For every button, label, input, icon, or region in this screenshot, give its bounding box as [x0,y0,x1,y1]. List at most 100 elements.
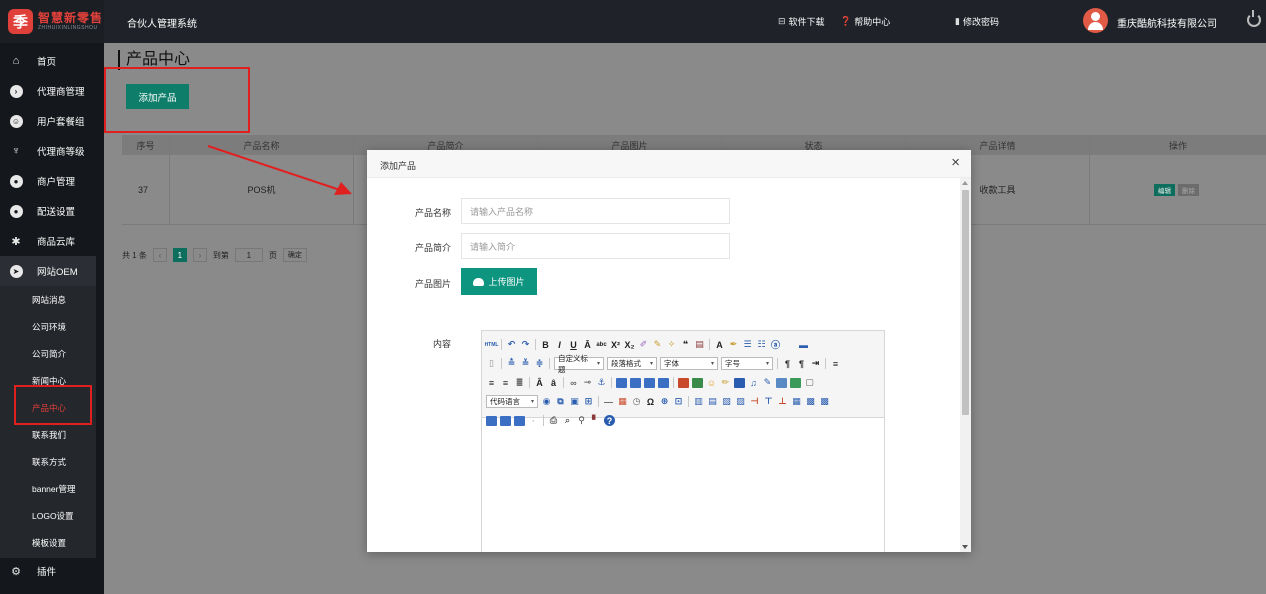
image-none-icon[interactable] [616,377,627,388]
gmap-icon[interactable] [790,377,801,388]
blockquote-icon[interactable]: ❝ [680,339,691,350]
search-replace-icon[interactable]: ⚲ [576,415,587,426]
italic-icon[interactable]: I [554,339,565,350]
dialog-scrollbar[interactable] [960,178,971,552]
highlight-color-icon[interactable]: ✒ [728,339,739,350]
upload-image-button[interactable]: 上传图片 [461,268,537,295]
simple-upload-icon[interactable] [678,377,689,388]
insert-code-icon[interactable]: ◉ [541,396,552,407]
editor-content-area[interactable] [482,418,884,552]
scroll-up-icon[interactable] [962,181,968,185]
horizontal-rule-icon[interactable]: — [603,396,614,407]
redo-icon[interactable]: ↷ [520,339,531,350]
select-all-icon[interactable]: ⓐ [770,339,781,350]
merge-down-icon[interactable]: ▩ [819,396,830,407]
insert-video-icon[interactable] [734,377,745,388]
attachment-icon[interactable]: ✎ [762,377,773,388]
product-intro-label: 产品简介 [414,243,451,253]
scrawl-icon[interactable]: ✏ [720,377,731,388]
paragraph-format-select[interactable]: 段落格式 [607,357,657,370]
image-left-icon[interactable] [630,377,641,388]
clear-doc-icon[interactable]: ▯ [486,358,497,369]
cloud-upload-icon [473,277,485,286]
dialog-title: 添加产品 [380,161,417,171]
font-border-icon[interactable]: Ā [582,339,593,350]
undo-icon[interactable]: ↶ [506,339,517,350]
subscript-icon[interactable]: X₂ [624,339,635,350]
drafts-icon[interactable]: ▘ [590,415,601,426]
row-spacing-bottom-icon[interactable]: ≚ [520,358,531,369]
special-char-icon[interactable]: Ω [645,396,656,407]
anchor-icon[interactable]: ⚓ [596,377,607,388]
font-family-select[interactable]: 字体 [660,357,718,370]
custom-title-select[interactable]: 自定义标题 [554,354,604,374]
content-label: 内容 [432,339,451,349]
insert-frame-icon[interactable]: ▢ [804,377,815,388]
split-cells-icon[interactable] [486,415,497,426]
template-icon[interactable]: ⧉ [555,396,566,407]
to-upper-icon[interactable]: Â [534,377,545,388]
split-cols-icon[interactable] [514,415,525,426]
product-name-label: 产品名称 [414,208,451,218]
font-size-select[interactable]: 字号 [721,357,773,370]
emotion-icon[interactable]: ☺ [706,377,717,388]
strikethrough-icon[interactable]: abc [596,339,607,350]
product-intro-input[interactable]: 请输入简介 [461,233,730,259]
unordered-list-icon[interactable]: ☷ [756,339,767,350]
map-icon[interactable] [776,377,787,388]
justify-right-icon[interactable]: ≡ [500,377,511,388]
insert-paragraph-icon[interactable]: ▧ [721,396,732,407]
scroll-down-icon[interactable] [962,545,968,549]
snapscreen-icon[interactable]: ⊡ [673,396,684,407]
format-brush-icon[interactable]: ✎ [652,339,663,350]
page-break-icon[interactable]: ⊞ [583,396,594,407]
underline-icon[interactable]: U [568,339,579,350]
auto-format-icon[interactable]: ✧ [666,339,677,350]
indent-icon[interactable]: ⇥ [810,358,821,369]
delete-table-icon[interactable]: ▤ [707,396,718,407]
rtl-icon[interactable]: ¶ [796,358,807,369]
time-icon[interactable]: ◷ [631,396,642,407]
insert-row-icon[interactable]: ▨ [735,396,746,407]
merge-right-icon[interactable]: ▩ [805,396,816,407]
superscript-icon[interactable]: X² [610,339,621,350]
image-center-icon[interactable] [658,377,669,388]
preview-icon[interactable]: ⌕ [562,415,573,426]
justify-center-icon[interactable]: ≡ [486,377,497,388]
print-preview-icon[interactable]: ▬ [798,339,809,350]
eraser-icon[interactable]: ✐ [638,339,649,350]
background-icon[interactable]: ▣ [569,396,580,407]
bold-icon[interactable]: B [540,339,551,350]
close-icon[interactable]: × [951,155,960,171]
date-icon[interactable]: ▦ [617,396,628,407]
wordimage-icon[interactable]: ⊕ [659,396,670,407]
delete-col-icon[interactable]: ⊥ [777,396,788,407]
row-spacing-top-icon[interactable]: ≛ [506,358,517,369]
font-color-icon[interactable]: A [714,339,725,350]
delete-row-icon[interactable]: ⊣ [749,396,760,407]
print-icon[interactable]: ⎙ [548,415,559,426]
ltr-icon[interactable]: ¶ [782,358,793,369]
paste-plain-icon[interactable]: ▤ [694,339,705,350]
merge-cells-icon[interactable]: ▦ [791,396,802,407]
product-name-input[interactable]: 请输入产品名称 [461,198,730,224]
insert-col-icon[interactable]: ⊤ [763,396,774,407]
ordered-list-icon[interactable]: ☰ [742,339,753,350]
insert-image-icon[interactable] [692,377,703,388]
help-icon[interactable]: ? [604,415,615,426]
justify-full-icon[interactable]: ≣ [514,377,525,388]
html-source-icon[interactable]: HTML [485,339,499,350]
split-rows-icon[interactable] [500,415,511,426]
unlink-icon[interactable]: ⊸ [582,377,593,388]
image-right-icon[interactable] [644,377,655,388]
product-image-label: 产品图片 [414,279,451,289]
scroll-thumb[interactable] [962,190,969,415]
music-icon[interactable]: ♫ [748,377,759,388]
to-lower-icon[interactable]: â [548,377,559,388]
link-icon[interactable]: ∞ [568,377,579,388]
insert-table-icon[interactable]: ▥ [693,396,704,407]
justify-left-icon[interactable]: ≡ [830,358,841,369]
rich-text-editor: HTML ↶ ↷ B I U Ā abc X² X₂ ✐ ✎ ✧ ❝ ▤ A ✒… [481,330,885,552]
code-language-select[interactable]: 代码语言 [486,395,538,408]
line-height-icon[interactable]: ≑ [534,358,545,369]
